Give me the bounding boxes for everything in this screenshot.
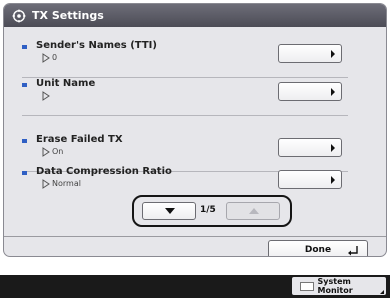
value-indicator-icon [42, 53, 50, 63]
bullet-icon [22, 171, 27, 175]
row-divider [22, 115, 348, 116]
tx-settings-window: TX Settings Sender's Names (TTI) 0 Unit … [3, 3, 387, 257]
down-triangle-icon [165, 208, 175, 214]
data-compression-ratio-button[interactable] [278, 170, 342, 189]
right-arrow-icon [331, 50, 335, 58]
setting-value: 0 [52, 53, 58, 62]
senders-names-button[interactable] [278, 44, 342, 63]
setting-label: Data Compression Ratio [36, 166, 172, 177]
return-arrow-icon [348, 246, 358, 256]
bullet-icon [22, 139, 27, 143]
setting-label: Erase Failed TX [36, 134, 123, 145]
setting-value: On [52, 147, 64, 156]
monitor-icon [300, 281, 314, 291]
right-arrow-icon [331, 88, 335, 96]
setting-label: Unit Name [36, 78, 96, 89]
right-arrow-icon [331, 176, 335, 184]
window-titlebar: TX Settings [4, 4, 386, 27]
bullet-icon [22, 83, 27, 87]
setting-label: Sender's Names (TTI) [36, 40, 157, 51]
setting-row-unit-name: Unit Name [18, 74, 348, 116]
bullet-icon [22, 45, 27, 49]
value-indicator-icon [42, 91, 50, 101]
gear-icon [12, 9, 26, 23]
corner-triangle-icon [380, 290, 384, 294]
up-triangle-icon [249, 208, 259, 214]
done-button[interactable]: Done [268, 240, 368, 256]
status-bar: System Monitor [0, 275, 390, 298]
system-monitor-label: System Monitor [317, 277, 353, 295]
done-label: Done [304, 245, 332, 255]
setting-value: Normal [52, 179, 81, 188]
value-indicator-icon [42, 147, 50, 157]
page-indicator: 1/5 [200, 205, 216, 215]
setting-row-senders-names: Sender's Names (TTI) 0 [18, 36, 348, 78]
window-title: TX Settings [32, 9, 104, 22]
right-arrow-icon [331, 144, 335, 152]
unit-name-button[interactable] [278, 82, 342, 101]
system-monitor-button[interactable]: System Monitor [292, 277, 386, 295]
erase-failed-tx-button[interactable] [278, 138, 342, 157]
page-up-button[interactable] [226, 202, 280, 220]
page-navigator: 1/5 [132, 195, 292, 227]
value-indicator-icon [42, 179, 50, 189]
page-down-button[interactable] [142, 202, 196, 220]
footer-divider [4, 236, 386, 237]
